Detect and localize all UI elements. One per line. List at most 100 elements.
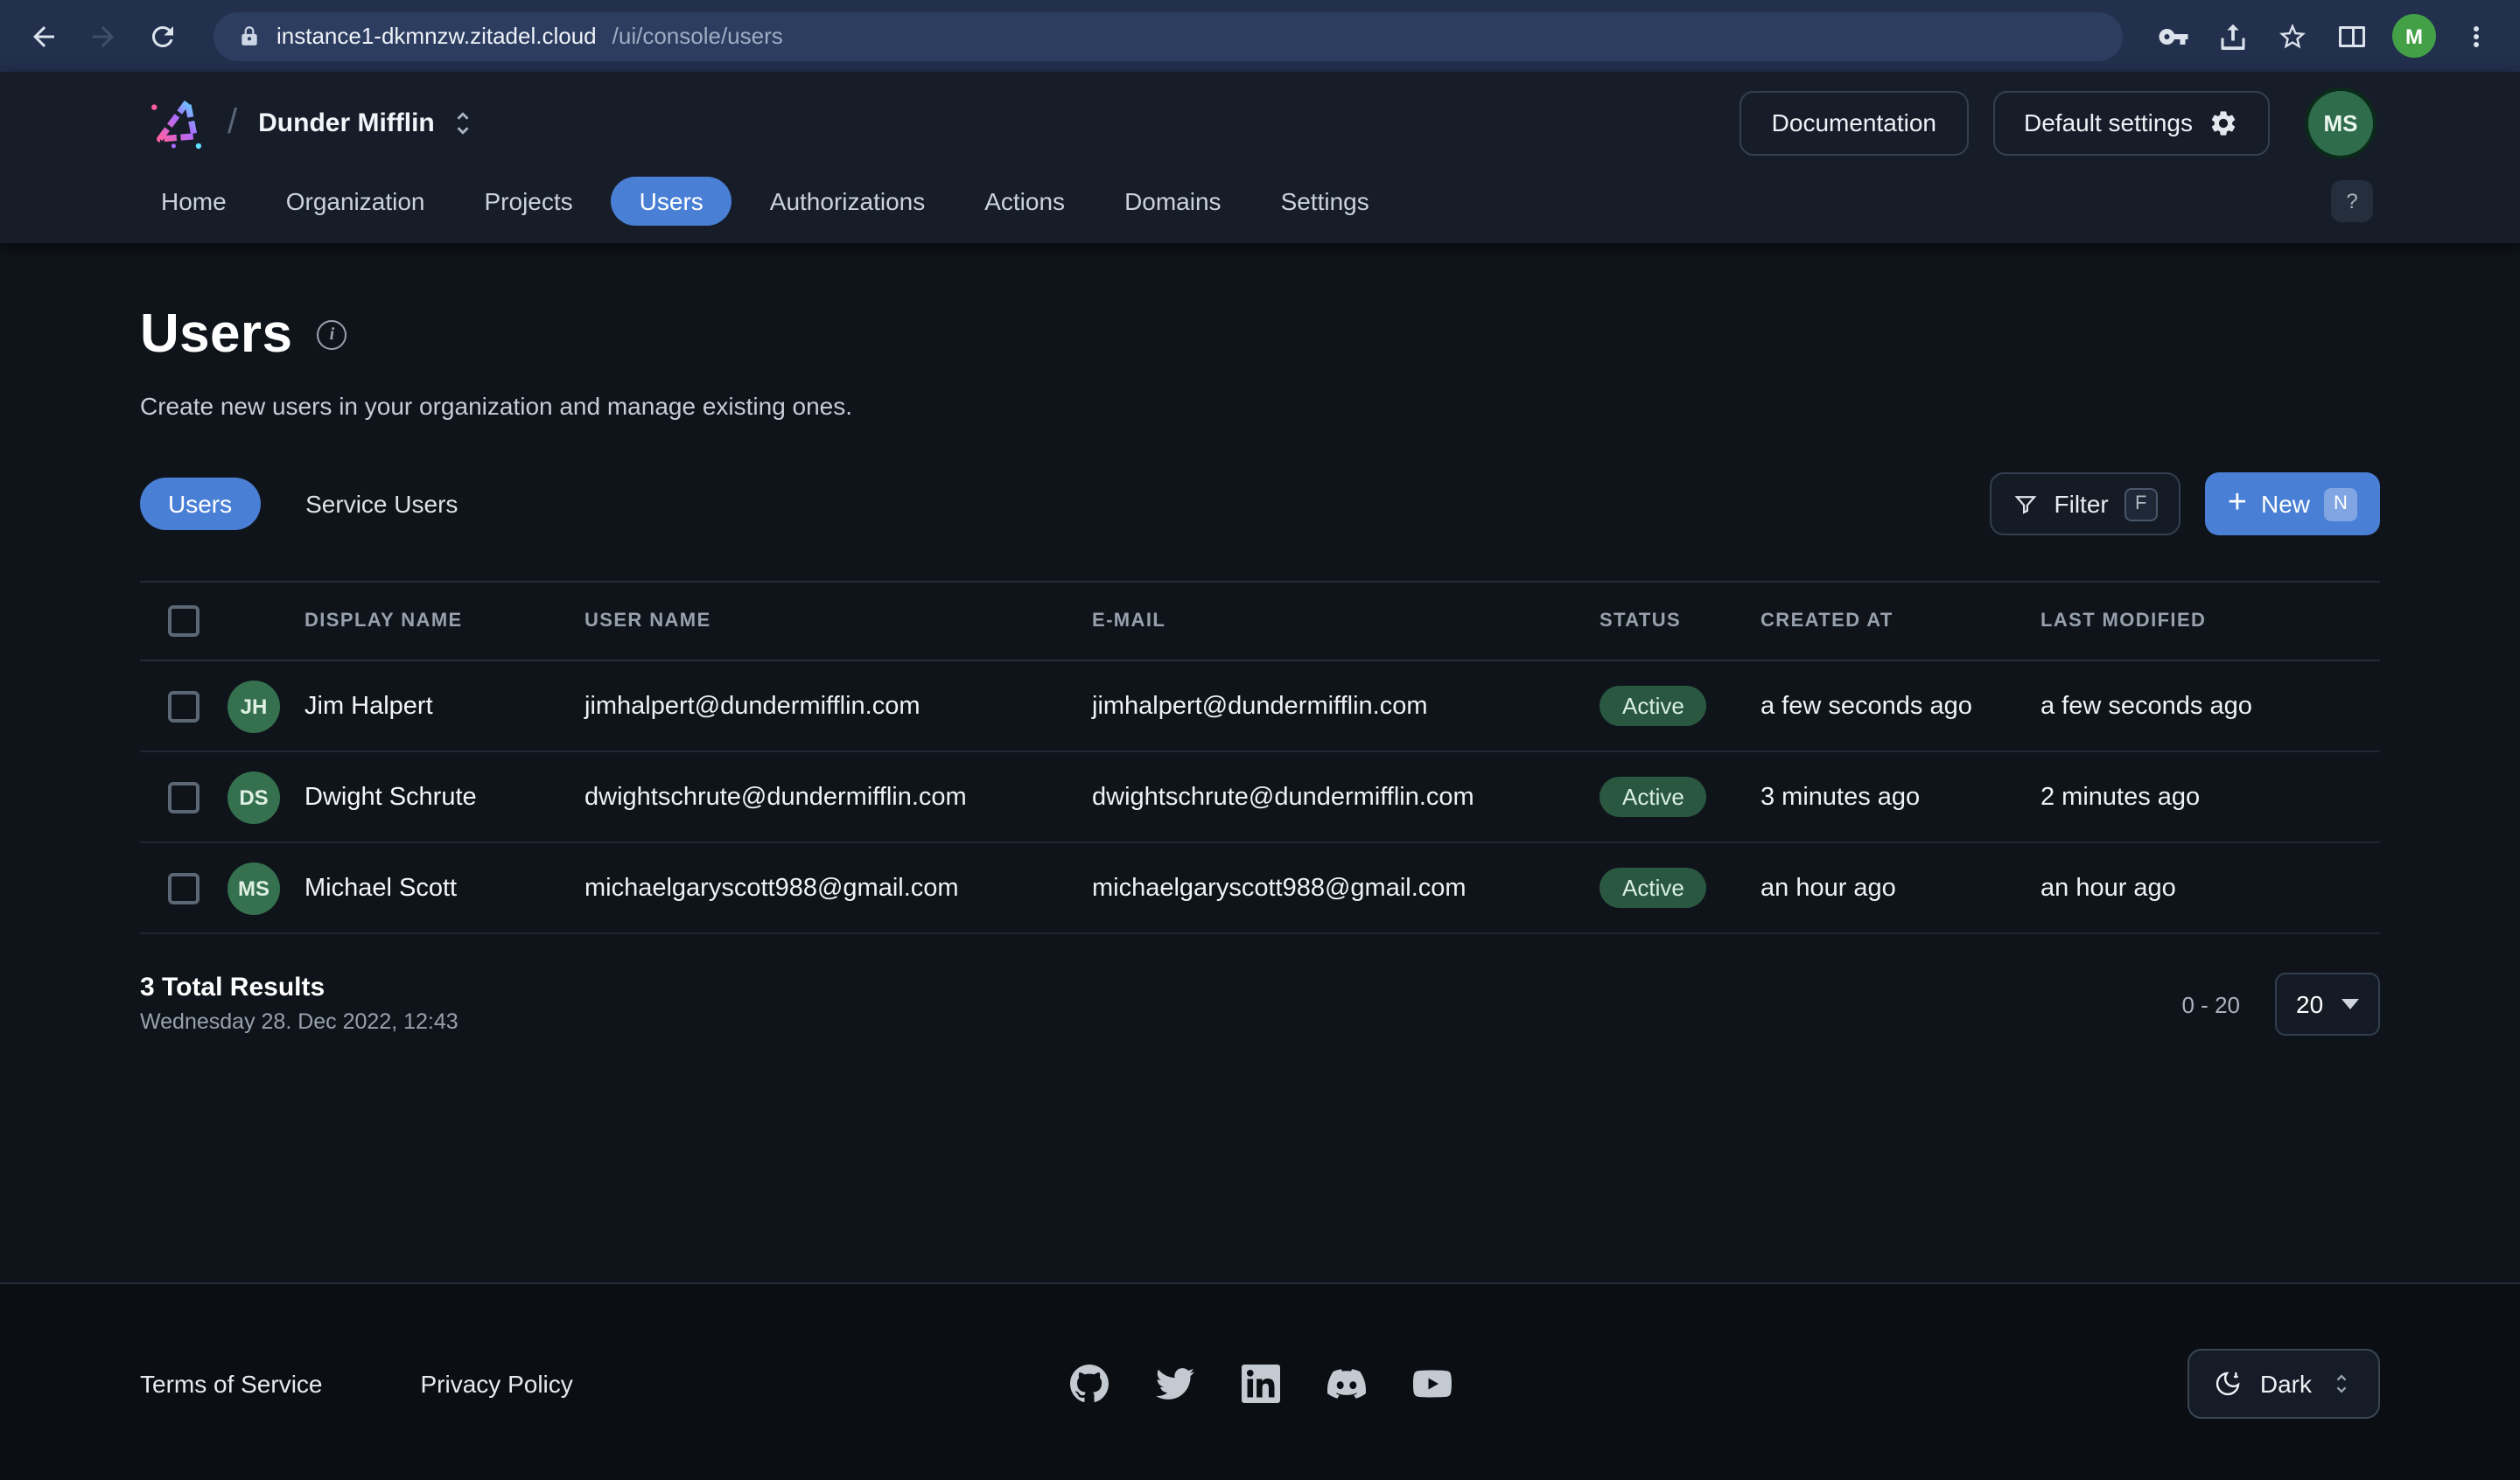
chevron-down-icon — [2342, 999, 2359, 1009]
page-size-select[interactable]: 20 — [2275, 973, 2380, 1036]
cell-display-name: Michael Scott — [304, 874, 584, 902]
discord-icon[interactable] — [1326, 1363, 1366, 1403]
filter-button[interactable]: Filter F — [1990, 472, 2180, 535]
privacy-policy-link[interactable]: Privacy Policy — [421, 1369, 573, 1397]
cell-user-name: jimhalpert@dundermifflin.com — [584, 692, 1092, 720]
paginator: 0 - 20 20 — [2182, 973, 2381, 1036]
nav-item-organization[interactable]: Organization — [265, 177, 446, 226]
cell-last-modified: a few seconds ago — [2040, 692, 2380, 720]
social-links — [1068, 1363, 1452, 1403]
theme-label: Dark — [2260, 1369, 2312, 1397]
col-user-name: USER NAME — [584, 611, 1092, 632]
funnel-icon — [2012, 491, 2039, 517]
back-icon[interactable] — [18, 10, 70, 62]
zitadel-logo-icon[interactable] — [140, 87, 210, 157]
total-results: 3 Total Results — [140, 973, 458, 1002]
github-icon[interactable] — [1068, 1363, 1109, 1403]
cell-email: jimhalpert@dundermifflin.com — [1092, 692, 1600, 720]
cell-user-name: michaelgaryscott988@gmail.com — [584, 874, 1092, 902]
header-top-row: / Dunder Mifflin Documentation Default s… — [0, 72, 2520, 173]
nav-item-authorizations[interactable]: Authorizations — [749, 177, 946, 226]
status-badge: Active — [1600, 868, 1707, 908]
side-panel-icon[interactable] — [2326, 10, 2378, 62]
cell-email: dwightschrute@dundermifflin.com — [1092, 783, 1600, 811]
cell-created-at: a few seconds ago — [1760, 692, 2040, 720]
row-checkbox[interactable] — [168, 872, 200, 904]
info-icon[interactable]: i — [317, 319, 346, 349]
cell-email: michaelgaryscott988@gmail.com — [1092, 874, 1600, 902]
moon-icon — [2215, 1369, 2243, 1397]
screen: instance1-dkmnzw.zitadel.cloud/ui/consol… — [0, 0, 2520, 1480]
linkedin-icon[interactable] — [1240, 1363, 1280, 1403]
new-shortcut-badge: N — [2324, 487, 2357, 520]
nav-item-domains[interactable]: Domains — [1103, 177, 1242, 226]
table-row[interactable]: JH Jim Halpert jimhalpert@dundermifflin.… — [140, 661, 2380, 752]
tab-users[interactable]: Users — [140, 478, 260, 530]
col-created-at: CREATED AT — [1760, 611, 2040, 632]
documentation-label: Documentation — [1772, 108, 1936, 136]
col-email: E-MAIL — [1092, 611, 1600, 632]
theme-selector[interactable]: Dark — [2188, 1348, 2380, 1418]
browser-profile-avatar[interactable]: M — [2392, 14, 2436, 58]
nav-item-settings[interactable]: Settings — [1260, 177, 1390, 226]
default-settings-button[interactable]: Default settings — [1992, 90, 2270, 155]
filter-shortcut-badge: F — [2124, 487, 2158, 520]
help-button[interactable]: ? — [2331, 180, 2373, 222]
user-avatar[interactable]: MS — [2308, 90, 2373, 155]
twitter-icon[interactable] — [1154, 1363, 1194, 1403]
page-size-value: 20 — [2296, 990, 2323, 1018]
col-last-modified: LAST MODIFIED — [2040, 611, 2380, 632]
new-user-button[interactable]: + New N — [2205, 472, 2380, 535]
nav-item-home[interactable]: Home — [140, 177, 248, 226]
tab-service-users[interactable]: Service Users — [277, 478, 486, 530]
row-checkbox[interactable] — [168, 781, 200, 813]
forward-icon[interactable] — [77, 10, 130, 62]
browser-actions: M — [2147, 10, 2502, 62]
cell-created-at: an hour ago — [1760, 874, 2040, 902]
browser-menu-icon[interactable] — [2450, 10, 2502, 62]
share-icon[interactable] — [2207, 10, 2259, 62]
cell-created-at: 3 minutes ago — [1760, 783, 2040, 811]
table-row[interactable]: MS Michael Scott michaelgaryscott988@gma… — [140, 843, 2380, 934]
default-settings-label: Default settings — [2024, 108, 2193, 136]
table-row[interactable]: DS Dwight Schrute dwightschrute@dundermi… — [140, 752, 2380, 843]
plus-icon: + — [2228, 485, 2247, 519]
status-badge: Active — [1600, 686, 1707, 726]
documentation-button[interactable]: Documentation — [1740, 90, 1968, 155]
users-toolbar: Users Service Users Filter F + New N — [140, 472, 2380, 535]
nav-item-actions[interactable]: Actions — [963, 177, 1086, 226]
cell-display-name: Dwight Schrute — [304, 783, 584, 811]
page-range: 0 - 20 — [2182, 991, 2241, 1017]
results-timestamp: Wednesday 28. Dec 2022, 12:43 — [140, 1009, 458, 1034]
org-name: Dunder Mifflin — [258, 108, 435, 137]
select-all-checkbox[interactable] — [168, 605, 200, 637]
users-table: DISPLAY NAME USER NAME E-MAIL STATUS CRE… — [140, 581, 2380, 934]
avatar: MS — [228, 862, 280, 914]
nav-item-projects[interactable]: Projects — [464, 177, 594, 226]
app-header: / Dunder Mifflin Documentation Default s… — [0, 72, 2520, 243]
lock-icon — [238, 24, 261, 47]
unfold-more-icon — [2329, 1371, 2354, 1395]
zitadel-console: / Dunder Mifflin Documentation Default s… — [0, 72, 2520, 1480]
terms-of-service-link[interactable]: Terms of Service — [140, 1369, 323, 1397]
nav-item-users[interactable]: Users — [612, 177, 732, 226]
address-bar[interactable]: instance1-dkmnzw.zitadel.cloud/ui/consol… — [214, 11, 2123, 60]
youtube-icon[interactable] — [1411, 1363, 1452, 1403]
new-label: New — [2261, 490, 2310, 518]
avatar: JH — [228, 680, 280, 732]
browser-toolbar: instance1-dkmnzw.zitadel.cloud/ui/consol… — [0, 0, 2520, 72]
org-switcher-icon[interactable] — [449, 108, 479, 137]
reload-icon[interactable] — [136, 10, 189, 62]
bookmark-star-icon[interactable] — [2266, 10, 2319, 62]
cell-last-modified: an hour ago — [2040, 874, 2380, 902]
status-badge: Active — [1600, 777, 1707, 817]
table-footer: 3 Total Results Wednesday 28. Dec 2022, … — [140, 973, 2380, 1036]
page-footer: Terms of Service Privacy Policy — [0, 1284, 2520, 1480]
row-checkbox[interactable] — [168, 690, 200, 722]
url-domain: instance1-dkmnzw.zitadel.cloud — [276, 23, 597, 49]
password-key-icon[interactable] — [2147, 10, 2200, 62]
main-content: Users i Create new users in your organiz… — [0, 243, 2520, 1284]
breadcrumb-separator: / — [228, 102, 237, 143]
cell-user-name: dwightschrute@dundermifflin.com — [584, 783, 1092, 811]
avatar: DS — [228, 771, 280, 823]
